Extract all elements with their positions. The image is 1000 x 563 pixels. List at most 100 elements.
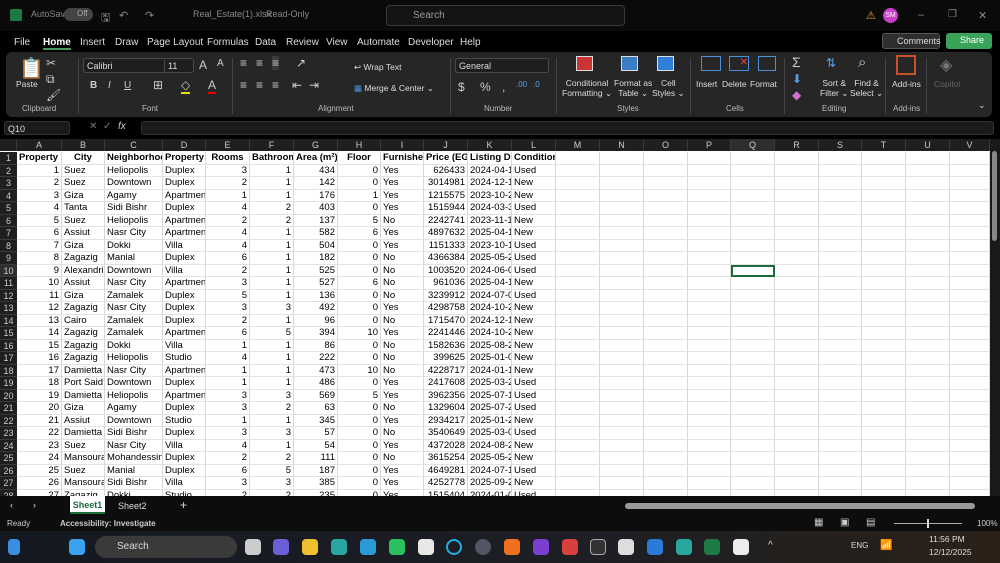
telegram-icon[interactable] bbox=[360, 539, 376, 555]
table-cell[interactable] bbox=[600, 377, 644, 390]
table-cell[interactable] bbox=[556, 364, 600, 377]
table-cell[interactable]: 10 bbox=[338, 327, 381, 340]
table-cell[interactable]: 3239912 bbox=[424, 289, 468, 302]
table-cell[interactable] bbox=[731, 477, 775, 490]
table-cell[interactable]: 3962356 bbox=[424, 389, 468, 402]
table-cell[interactable] bbox=[775, 214, 819, 227]
table-cell[interactable]: 1 bbox=[250, 439, 294, 452]
sort-filter-button[interactable]: Sort & Filter ⌄ bbox=[820, 78, 848, 98]
table-cell[interactable] bbox=[688, 464, 731, 477]
table-cell[interactable] bbox=[775, 452, 819, 465]
currency-icon[interactable]: $ bbox=[458, 80, 465, 94]
decrease-decimal-icon[interactable]: .0 bbox=[533, 80, 540, 89]
cancel-icon[interactable]: ✕ bbox=[89, 121, 97, 132]
table-cell[interactable] bbox=[775, 439, 819, 452]
table-cell[interactable]: 2025-05-2 bbox=[468, 452, 512, 465]
table-cell[interactable] bbox=[775, 314, 819, 327]
minimize-icon[interactable]: – bbox=[918, 9, 924, 21]
table-cell[interactable]: 2024-12-1 bbox=[468, 177, 512, 190]
table-cell[interactable]: Nasr City bbox=[105, 364, 163, 377]
table-cell[interactable]: 1582636 bbox=[424, 339, 468, 352]
table-cell[interactable] bbox=[600, 227, 644, 240]
table-cell[interactable]: 1329604 bbox=[424, 402, 468, 415]
table-cell[interactable]: 3 bbox=[250, 389, 294, 402]
tab-home[interactable]: Home bbox=[43, 37, 71, 50]
table-cell[interactable]: 2 bbox=[250, 452, 294, 465]
table-cell[interactable] bbox=[819, 477, 862, 490]
table-cell[interactable]: Zagazig bbox=[62, 339, 105, 352]
table-cell[interactable]: Agamy bbox=[105, 189, 163, 202]
warning-icon[interactable]: ⚠ bbox=[866, 9, 876, 22]
table-cell[interactable] bbox=[644, 164, 688, 177]
table-cell[interactable] bbox=[688, 277, 731, 290]
table-cell[interactable]: 111 bbox=[294, 452, 338, 465]
name-box[interactable]: Q10 bbox=[4, 121, 70, 135]
row-header-7[interactable]: 7 bbox=[0, 227, 17, 240]
table-cell[interactable] bbox=[862, 389, 906, 402]
app-clock-icon[interactable] bbox=[618, 539, 634, 555]
table-cell[interactable]: 1 bbox=[206, 189, 250, 202]
table-cell[interactable] bbox=[819, 339, 862, 352]
table-cell[interactable] bbox=[556, 464, 600, 477]
table-cell[interactable] bbox=[775, 477, 819, 490]
table-cell[interactable]: New bbox=[512, 327, 556, 340]
table-cell[interactable]: 473 bbox=[294, 364, 338, 377]
table-cell[interactable] bbox=[731, 264, 775, 277]
table-cell[interactable]: Suez bbox=[62, 214, 105, 227]
table-cell[interactable]: 399625 bbox=[424, 352, 468, 365]
table-cell[interactable]: 1 bbox=[250, 314, 294, 327]
table-cell[interactable]: 2024-08-2 bbox=[468, 439, 512, 452]
table-cell[interactable] bbox=[775, 352, 819, 365]
table-cell[interactable] bbox=[688, 177, 731, 190]
table-cell[interactable] bbox=[731, 302, 775, 315]
table-cell[interactable]: New bbox=[512, 314, 556, 327]
decrease-indent-icon[interactable]: ⇤ bbox=[292, 78, 302, 92]
row-header-8[interactable]: 8 bbox=[0, 239, 17, 252]
table-cell[interactable]: 1 bbox=[250, 189, 294, 202]
align-center-icon[interactable]: ≡ bbox=[256, 78, 263, 92]
table-cell[interactable]: 4366384 bbox=[424, 252, 468, 265]
table-cell[interactable] bbox=[906, 264, 950, 277]
app-icon[interactable] bbox=[475, 539, 491, 555]
column-header-N[interactable]: N bbox=[600, 139, 644, 151]
table-cell[interactable] bbox=[775, 177, 819, 190]
cell-styles-button[interactable]: Cell Styles ⌄ bbox=[652, 78, 685, 98]
table-cell[interactable] bbox=[950, 164, 990, 177]
column-title-cell[interactable]: Price (EGP) bbox=[424, 152, 468, 165]
table-cell[interactable] bbox=[950, 477, 990, 490]
table-cell[interactable]: 3 bbox=[250, 477, 294, 490]
row-header-20[interactable]: 20 bbox=[0, 389, 17, 402]
table-cell[interactable] bbox=[906, 152, 950, 165]
table-cell[interactable] bbox=[731, 289, 775, 302]
table-cell[interactable]: 20 bbox=[17, 402, 62, 415]
table-cell[interactable]: 504 bbox=[294, 239, 338, 252]
table-cell[interactable]: 0 bbox=[338, 427, 381, 440]
share-button[interactable]: Share bbox=[946, 33, 992, 49]
table-cell[interactable] bbox=[862, 327, 906, 340]
table-cell[interactable] bbox=[906, 402, 950, 415]
table-cell[interactable] bbox=[556, 277, 600, 290]
table-cell[interactable]: Used bbox=[512, 427, 556, 440]
table-cell[interactable]: 0 bbox=[338, 352, 381, 365]
fill-icon[interactable]: ⬇ bbox=[792, 72, 802, 86]
table-cell[interactable] bbox=[906, 464, 950, 477]
search-input[interactable]: Search bbox=[386, 5, 625, 26]
table-cell[interactable]: Giza bbox=[62, 402, 105, 415]
format-painter-icon[interactable]: 🖌 bbox=[46, 88, 61, 102]
table-cell[interactable]: Duplex bbox=[163, 427, 206, 440]
table-cell[interactable]: Duplex bbox=[163, 164, 206, 177]
column-header-R[interactable]: R bbox=[775, 139, 819, 151]
underline-icon[interactable]: U bbox=[124, 80, 131, 91]
table-cell[interactable]: 2024-07-0 bbox=[468, 289, 512, 302]
table-cell[interactable]: 1 bbox=[250, 277, 294, 290]
format-button[interactable]: Format bbox=[750, 79, 777, 89]
table-cell[interactable]: 2025-03-0 bbox=[468, 427, 512, 440]
table-cell[interactable] bbox=[906, 227, 950, 240]
table-cell[interactable] bbox=[556, 402, 600, 415]
table-cell[interactable] bbox=[688, 452, 731, 465]
table-cell[interactable]: 2417608 bbox=[424, 377, 468, 390]
table-cell[interactable]: Apartment bbox=[163, 364, 206, 377]
table-cell[interactable] bbox=[556, 264, 600, 277]
table-cell[interactable]: Duplex bbox=[163, 302, 206, 315]
format-as-table-button[interactable]: Format as Table ⌄ bbox=[614, 78, 652, 98]
